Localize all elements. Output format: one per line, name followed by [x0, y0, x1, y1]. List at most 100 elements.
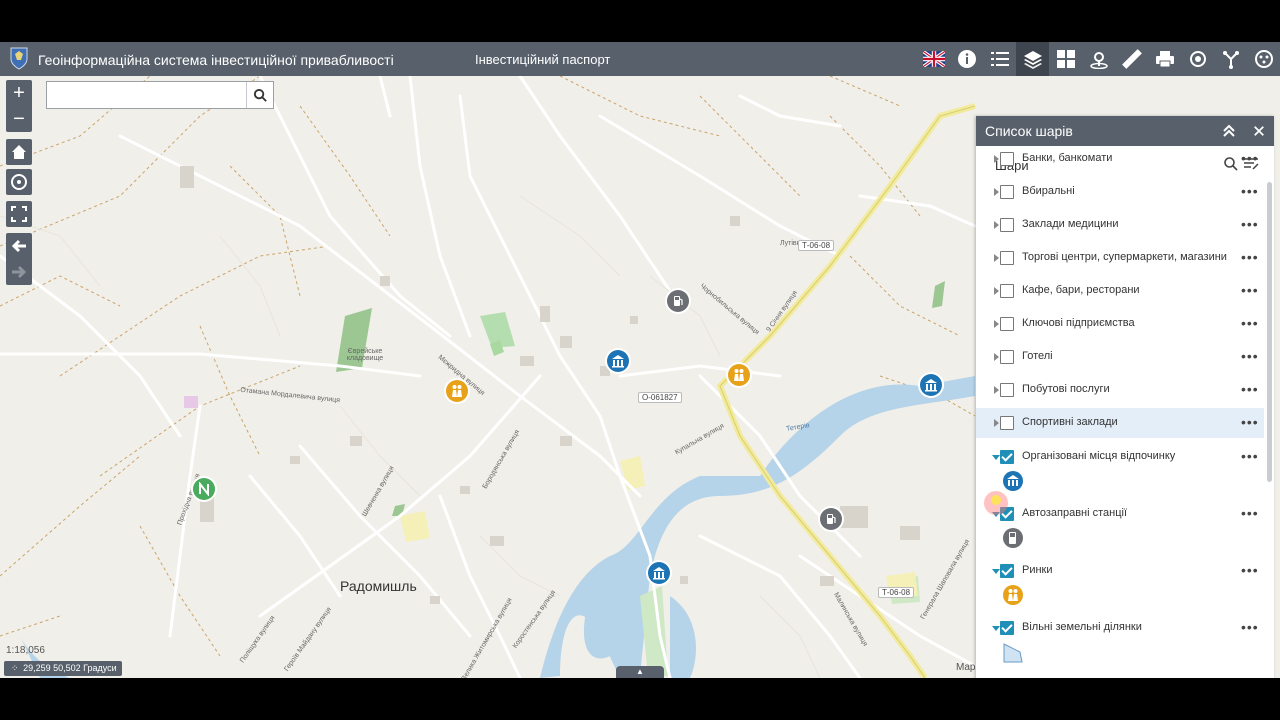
poi-marker[interactable] — [193, 478, 215, 500]
map-label-cemetery: Єврейське кладовище — [346, 348, 384, 362]
collapse-button[interactable] — [1220, 122, 1238, 140]
more-options-button[interactable]: ••• — [1241, 150, 1259, 166]
caret-right-icon[interactable] — [992, 253, 1000, 263]
home-icon — [12, 145, 26, 159]
more-options-button[interactable]: ••• — [1241, 448, 1259, 464]
more-options-button[interactable]: ••• — [1241, 348, 1259, 364]
search-button[interactable] — [246, 82, 273, 108]
layer-row[interactable]: Заклади медицини ••• — [976, 210, 1264, 240]
recreation-marker[interactable] — [920, 374, 942, 396]
layer-checkbox[interactable] — [1000, 152, 1014, 166]
language-button[interactable] — [917, 42, 950, 76]
fullscreen-button[interactable] — [6, 201, 32, 227]
more-options-button[interactable]: ••• — [1241, 562, 1259, 578]
caret-right-icon[interactable] — [992, 352, 1000, 362]
more-options-button[interactable]: ••• — [1241, 216, 1259, 232]
home-button[interactable] — [6, 139, 32, 165]
coordinate-readout[interactable]: ⁘ 29,259 50,502 Градуси — [4, 661, 122, 676]
layer-checkbox[interactable] — [1000, 450, 1014, 464]
layer-row[interactable]: Автозаправні станції ••• — [976, 499, 1264, 529]
market-marker[interactable] — [728, 364, 750, 386]
locate-button[interactable] — [6, 169, 32, 195]
legend-button[interactable] — [983, 42, 1016, 76]
location-icon — [1089, 52, 1108, 69]
caret-right-icon[interactable] — [992, 154, 1000, 164]
coordinate-value: 29,259 50,502 Градуси — [23, 663, 117, 673]
more-options-button[interactable]: ••• — [1241, 619, 1259, 635]
ruler-icon — [1121, 49, 1142, 69]
previous-extent-button[interactable] — [6, 233, 32, 259]
layer-checkbox[interactable] — [1000, 383, 1014, 397]
market-marker[interactable] — [446, 380, 468, 402]
layer-row[interactable]: Вбиральні ••• — [976, 177, 1264, 207]
layer-row[interactable]: Банки, банкомати ••• — [976, 144, 1264, 174]
layer-checkbox[interactable] — [1000, 218, 1014, 232]
building-icon — [612, 355, 624, 368]
layer-row[interactable]: Вільні земельні ділянки ••• — [976, 613, 1264, 643]
zoom-out-button[interactable]: − — [6, 106, 32, 132]
share-button[interactable] — [1214, 42, 1247, 76]
layer-row[interactable]: Спортивні заклади ••• — [976, 408, 1264, 438]
gas-station-marker[interactable] — [667, 290, 689, 312]
layer-checkbox[interactable] — [1000, 251, 1014, 265]
search-input[interactable] — [47, 82, 255, 106]
panel-scrollbar[interactable] — [1267, 182, 1272, 482]
caret-down-icon[interactable] — [992, 452, 1000, 462]
bottom-panel-toggle[interactable]: ▲ — [616, 666, 664, 678]
gas-station-marker[interactable] — [820, 508, 842, 530]
more-options-button[interactable]: ••• — [1241, 282, 1259, 298]
more-options-button[interactable]: ••• — [1241, 315, 1259, 331]
layer-label: Ключові підприємства — [1022, 317, 1135, 329]
recreation-marker[interactable] — [648, 562, 670, 584]
caret-right-icon[interactable] — [992, 385, 1000, 395]
layer-row[interactable]: Готелі ••• — [976, 342, 1264, 372]
recreation-marker[interactable] — [607, 350, 629, 372]
road-tag: Т-06-08 — [878, 587, 915, 598]
caret-right-icon[interactable] — [992, 319, 1000, 329]
caret-down-icon[interactable] — [992, 623, 1000, 633]
caret-down-icon[interactable] — [992, 566, 1000, 576]
more-options-button[interactable]: ••• — [1241, 183, 1259, 199]
zoom-in-button[interactable]: + — [6, 80, 32, 106]
layer-row[interactable]: Кафе, бари, ресторани ••• — [976, 276, 1264, 306]
layer-row[interactable]: Торгові центри, супермаркети, магазини ••… — [976, 243, 1264, 273]
caret-right-icon[interactable] — [992, 187, 1000, 197]
info-button[interactable] — [950, 42, 983, 76]
locate-control — [6, 169, 32, 195]
layer-checkbox[interactable] — [1000, 317, 1014, 331]
directions-button[interactable] — [1181, 42, 1214, 76]
layer-checkbox[interactable] — [1000, 564, 1014, 578]
layer-checkbox[interactable] — [1000, 416, 1014, 430]
more-options-button[interactable]: ••• — [1241, 249, 1259, 265]
n-icon — [199, 482, 209, 496]
layer-checkbox[interactable] — [1000, 621, 1014, 635]
next-extent-button[interactable] — [6, 259, 32, 285]
layer-label: Автозаправні станції — [1022, 507, 1128, 519]
more-options-button[interactable]: ••• — [1241, 381, 1259, 397]
layer-checkbox[interactable] — [1000, 185, 1014, 199]
more-options-button[interactable]: ••• — [1241, 505, 1259, 521]
more-options-button[interactable]: ••• — [1241, 414, 1259, 430]
layer-label: Ринки — [1022, 564, 1053, 576]
print-button[interactable] — [1148, 42, 1181, 76]
layer-row[interactable]: Організовані місця відпочинку ••• — [976, 442, 1264, 472]
share-icon — [1222, 51, 1239, 69]
about-button[interactable] — [1247, 42, 1280, 76]
routing-icon — [1189, 51, 1206, 67]
layer-row[interactable]: Ключові підприємства ••• — [976, 309, 1264, 339]
crosshair-icon: ⁘ — [11, 663, 19, 673]
caret-right-icon[interactable] — [992, 220, 1000, 230]
my-location-button[interactable] — [1082, 42, 1115, 76]
search-icon — [253, 88, 267, 102]
layer-checkbox[interactable] — [1000, 284, 1014, 298]
layer-checkbox[interactable] — [1000, 350, 1014, 364]
layer-row[interactable]: Побутові послуги ••• — [976, 375, 1264, 405]
map-view[interactable]: Єврейське кладовище Тетерів Лутівка Чорн… — [0, 76, 1280, 678]
measure-button[interactable] — [1115, 42, 1148, 76]
close-button[interactable] — [1250, 122, 1268, 140]
basemap-gallery-button[interactable] — [1049, 42, 1082, 76]
layer-list-button[interactable] — [1016, 42, 1049, 76]
caret-right-icon[interactable] — [992, 286, 1000, 296]
caret-right-icon[interactable] — [992, 418, 1000, 428]
layer-row[interactable]: Ринки ••• — [976, 556, 1264, 586]
